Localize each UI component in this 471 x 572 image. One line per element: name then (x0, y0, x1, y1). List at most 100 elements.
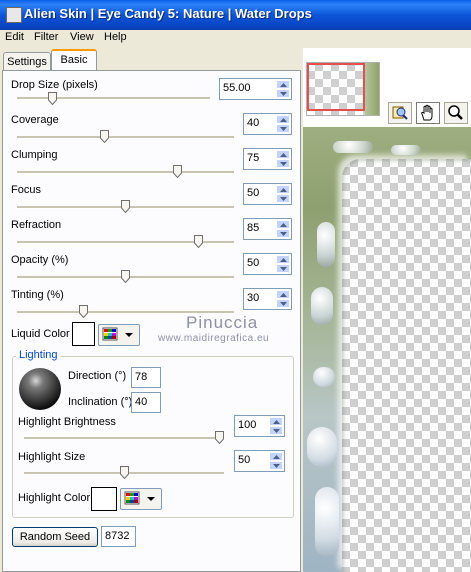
spin-up-icon[interactable] (276, 80, 290, 89)
highlight-size-value[interactable]: 50 (238, 454, 250, 466)
navigator-view-frame[interactable] (307, 63, 365, 111)
liquid-color-label: Liquid Color (11, 328, 70, 340)
tinting-value[interactable]: 30 (247, 292, 259, 304)
menu-edit[interactable]: Edit (5, 31, 24, 43)
color-grid-icon (102, 327, 133, 341)
coverage-slider[interactable] (17, 136, 234, 139)
spin-down-icon[interactable] (269, 426, 283, 435)
highlight-brightness-thumb[interactable] (215, 431, 224, 444)
menu-view[interactable]: View (70, 31, 94, 43)
spin-up-icon[interactable] (276, 115, 290, 124)
random-seed-button[interactable]: Random Seed (12, 527, 98, 547)
opacity-label: Opacity (%) (11, 254, 69, 266)
direction-value[interactable]: 78 (135, 371, 147, 383)
magnifier-icon (448, 105, 463, 120)
coverage-label: Coverage (11, 114, 59, 126)
clumping-thumb[interactable] (173, 165, 182, 178)
menu-filter[interactable]: Filter (34, 31, 58, 43)
inclination-field[interactable]: 40 (131, 392, 161, 413)
spin-down-icon[interactable] (276, 299, 290, 308)
spin-up-icon[interactable] (276, 185, 290, 194)
clumping-value[interactable]: 75 (247, 152, 259, 164)
highlight-brightness-spinner[interactable]: 100 (234, 415, 285, 437)
coverage-value[interactable]: 40 (247, 117, 259, 129)
menu-help[interactable]: Help (104, 31, 127, 43)
navigator-image-strip (365, 63, 379, 115)
clumping-slider[interactable] (17, 171, 234, 174)
spin-up-icon[interactable] (269, 452, 283, 461)
drop-size-thumb[interactable] (48, 92, 58, 105)
watermark-name: Pinuccia (186, 313, 259, 332)
spin-up-icon[interactable] (269, 417, 283, 426)
highlight-size-thumb[interactable] (119, 466, 129, 479)
coverage-thumb[interactable] (100, 130, 110, 143)
color-grid-icon (124, 491, 155, 505)
refraction-value[interactable]: 85 (247, 222, 259, 234)
focus-value[interactable]: 50 (247, 187, 259, 199)
focus-spinner[interactable]: 50 (243, 183, 292, 205)
spin-up-icon[interactable] (276, 255, 290, 264)
water-drop (333, 141, 373, 153)
drop-size-spinner[interactable]: 55.00 (219, 78, 292, 100)
zoom-preview-button[interactable] (388, 102, 412, 124)
clumping-spinner[interactable]: 75 (243, 148, 292, 170)
highlight-size-spinner[interactable]: 50 (234, 450, 285, 472)
tinting-label: Tinting (%) (11, 289, 64, 301)
liquid-color-swatch[interactable] (72, 322, 95, 346)
refraction-spinner[interactable]: 85 (243, 218, 292, 240)
hand-tool-button[interactable] (416, 102, 440, 124)
refraction-thumb[interactable] (193, 235, 203, 248)
spin-up-icon[interactable] (276, 220, 290, 229)
navigator-thumbnail[interactable] (306, 62, 380, 116)
highlight-color-picker-button[interactable] (120, 488, 162, 510)
water-drop (391, 145, 421, 155)
direction-label: Direction (°) (68, 370, 127, 382)
direction-field[interactable]: 78 (131, 367, 161, 388)
random-seed-value[interactable]: 8732 (105, 530, 129, 542)
lighting-group-label: Lighting (16, 349, 61, 361)
drop-size-value[interactable]: 55.00 (223, 82, 251, 94)
spin-down-icon[interactable] (276, 159, 290, 168)
preview-transparent-area (342, 159, 471, 572)
highlight-color-swatch[interactable] (91, 487, 117, 511)
coverage-spinner[interactable]: 40 (243, 113, 292, 135)
liquid-color-picker-button[interactable] (98, 324, 140, 346)
focus-label: Focus (11, 184, 41, 196)
tinting-thumb[interactable] (79, 305, 89, 318)
water-drop (315, 487, 339, 557)
spin-down-icon[interactable] (269, 461, 283, 470)
light-direction-sphere[interactable] (18, 367, 62, 411)
tab-settings[interactable]: Settings (3, 52, 51, 71)
preview-canvas[interactable] (303, 127, 471, 572)
drop-size-slider[interactable] (17, 97, 210, 100)
random-seed-field[interactable]: 8732 (101, 526, 136, 547)
zoom-preview-icon (392, 106, 408, 120)
spin-down-icon[interactable] (276, 194, 290, 203)
highlight-brightness-slider[interactable] (24, 437, 224, 440)
inclination-label: Inclination (°) (68, 396, 133, 408)
tab-basic[interactable]: Basic (51, 49, 97, 72)
water-drop (313, 367, 335, 387)
highlight-size-label: Highlight Size (18, 451, 86, 463)
drop-size-label: Drop Size (pixels) (11, 79, 98, 91)
tinting-spinner[interactable]: 30 (243, 288, 292, 310)
hand-icon (421, 104, 433, 121)
window-title: Alien Skin | Eye Candy 5: Nature | Water… (24, 6, 312, 21)
opacity-spinner[interactable]: 50 (243, 253, 292, 275)
water-drop (317, 222, 335, 267)
highlight-brightness-value[interactable]: 100 (238, 419, 256, 431)
zoom-tool-button[interactable] (444, 102, 468, 124)
spin-down-icon[interactable] (276, 229, 290, 238)
title-bar[interactable]: Alien Skin | Eye Candy 5: Nature | Water… (0, 0, 471, 30)
inclination-value[interactable]: 40 (135, 396, 147, 408)
spin-down-icon[interactable] (276, 89, 290, 98)
spin-down-icon[interactable] (276, 124, 290, 133)
spin-up-icon[interactable] (276, 290, 290, 299)
opacity-thumb[interactable] (121, 270, 130, 283)
refraction-label: Refraction (11, 219, 62, 231)
focus-thumb[interactable] (121, 200, 130, 213)
app-icon (6, 7, 22, 23)
spin-down-icon[interactable] (276, 264, 290, 273)
opacity-value[interactable]: 50 (247, 257, 259, 269)
spin-up-icon[interactable] (276, 150, 290, 159)
